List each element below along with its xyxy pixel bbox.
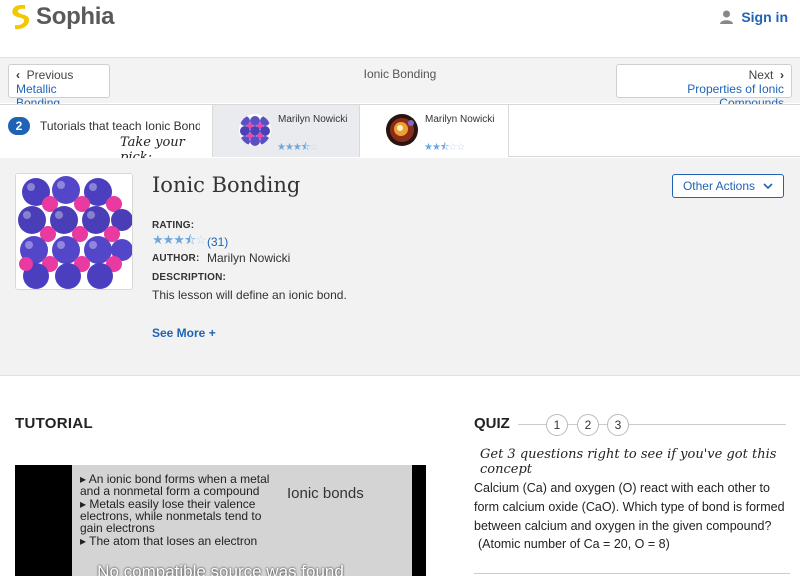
picker-label: Tutorials that teach Ionic Bonding — [40, 119, 200, 133]
picker-intro: 2 Tutorials that teach Ionic Bonding Tak… — [0, 105, 212, 165]
quiz-hint: Get 3 questions right to see if you've g… — [480, 447, 777, 477]
tutorial-author: Marilyn Nowicki — [425, 114, 495, 125]
previous-lesson-button[interactable]: ‹ Previous Metallic Bonding — [8, 64, 110, 110]
see-more-link[interactable]: See More + — [152, 326, 216, 340]
current-lesson-label: Ionic Bonding — [363, 67, 437, 81]
quiz-question-1[interactable]: 1 — [546, 414, 568, 436]
lesson-title: Ionic Bonding — [152, 173, 301, 197]
slide-title: Ionic bonds — [287, 485, 364, 502]
tutorial-author: Marilyn Nowicki — [278, 114, 348, 125]
tutorial-thumbnail — [386, 114, 418, 146]
other-actions-label: Other Actions — [682, 179, 756, 193]
tutorial-heading: TUTORIAL — [15, 415, 93, 432]
quiz-bottom-divider — [474, 573, 790, 574]
lesson-info-panel: Ionic Bonding Other Actions RATING: ★★★⯪… — [0, 158, 800, 376]
tutorial-card-alternate[interactable]: Marilyn Nowicki ★★⯪☆☆ — [359, 105, 509, 157]
sophia-logo-icon — [12, 5, 30, 30]
chevron-left-icon: ‹ — [16, 68, 20, 82]
next-lesson-button[interactable]: Next › Properties of Ionic Compounds — [616, 64, 792, 110]
rating-count-link[interactable]: (31) — [207, 235, 228, 249]
star-rating: ★★★⯪☆ — [277, 142, 318, 153]
author-name: Marilyn Nowicki — [207, 251, 291, 265]
other-actions-dropdown[interactable]: Other Actions — [672, 174, 784, 198]
tutorial-card-selected[interactable]: Marilyn Nowicki ★★★⯪☆ — [212, 105, 359, 157]
next-label: Next — [748, 68, 774, 82]
slide-bullets: ▸ An ionic bond forms when a metal and a… — [80, 473, 280, 548]
lesson-navigation: ‹ Previous Metallic Bonding Ionic Bondin… — [0, 57, 800, 110]
tutorial-thumbnail — [239, 114, 271, 146]
sign-in-link[interactable]: Sign in — [720, 9, 788, 25]
video-player[interactable]: ▸ An ionic bond forms when a metal and a… — [15, 465, 426, 576]
description-label: DESCRIPTION: — [152, 272, 227, 283]
author-label: AUTHOR: — [152, 253, 200, 264]
video-error-message: No compatible source was found — [97, 562, 344, 576]
user-icon — [720, 10, 734, 24]
chevron-right-icon: › — [780, 68, 784, 82]
slide-bullet: ▸ An ionic bond forms when a metal and a… — [80, 472, 270, 498]
lesson-image — [15, 173, 133, 290]
tutorial-picker: 2 Tutorials that teach Ionic Bonding Tak… — [0, 104, 800, 165]
previous-label: Previous — [26, 68, 74, 82]
lesson-description: This lesson will define an ionic bond. — [152, 288, 347, 302]
slide-bullet: ▸ The atom that loses an electron — [80, 534, 258, 548]
video-slide: ▸ An ionic bond forms when a metal and a… — [72, 465, 412, 576]
star-rating: ★★⯪☆☆ — [424, 142, 465, 153]
lesson-rating: ★★★⯪☆ (31) — [152, 231, 228, 253]
chevron-down-icon — [763, 183, 773, 189]
quiz-question-3[interactable]: 3 — [607, 414, 629, 436]
sophia-logo[interactable]: Sophia — [10, 3, 115, 31]
quiz-question-text: Calcium (Ca) and oxygen (O) react with e… — [474, 481, 785, 533]
quiz-heading: QUIZ — [474, 415, 518, 432]
sign-in-label: Sign in — [741, 9, 788, 25]
brand-name: Sophia — [36, 3, 115, 30]
slide-bullet: ▸ Metals easily lose their valence elect… — [80, 497, 262, 535]
site-header: Sophia Sign in — [0, 0, 800, 36]
star-rating: ★★★⯪☆ — [152, 232, 207, 247]
quiz-question-note: (Atomic number of Ca = 20, O = 8) — [478, 537, 670, 551]
tutorial-count-badge: 2 — [8, 117, 30, 135]
rating-label: RATING: — [152, 220, 195, 231]
quiz-question-2[interactable]: 2 — [577, 414, 599, 436]
quiz-divider — [474, 424, 786, 425]
